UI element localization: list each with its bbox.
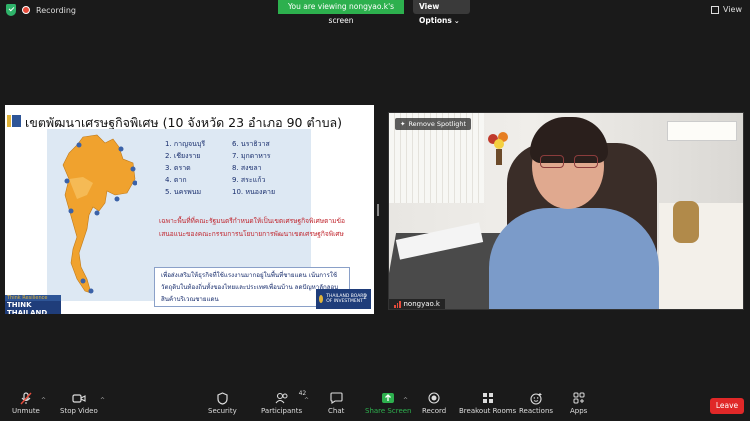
shield-icon	[6, 4, 16, 16]
audio-level-icon	[394, 300, 401, 308]
speaker-glasses	[540, 155, 598, 169]
security-button[interactable]: Security	[208, 391, 237, 415]
decorative-vase	[673, 201, 699, 243]
map-marker	[114, 196, 120, 202]
breakout-rooms-label: Breakout Rooms	[459, 407, 517, 415]
participants-button[interactable]: 42 Participants	[261, 390, 306, 415]
breakout-rooms-icon	[481, 392, 495, 404]
audio-options-caret[interactable]: ^	[41, 397, 46, 404]
view-options-label: View Options	[419, 2, 452, 25]
flower-vase	[488, 132, 508, 165]
chevron-down-icon: ⌄	[453, 17, 460, 25]
video-camera-icon	[72, 392, 86, 404]
map-marker	[88, 288, 94, 294]
province-list-left: 1. กาญจนบุรี 2. เชียงราย 3. ตราด 4. ตาก …	[165, 138, 205, 198]
leave-button[interactable]: Leave	[710, 398, 744, 414]
unmute-button[interactable]: Unmute	[12, 391, 40, 415]
speaker-body	[489, 208, 659, 309]
province-item: 1. กาญจนบุรี	[165, 140, 206, 148]
chat-button[interactable]: Chat	[328, 392, 344, 415]
shared-screen-slide: เขตพัฒนาเศรษฐกิจพิเศษ (10 จังหวัด 23 อำเ…	[5, 105, 374, 314]
wall-frame	[667, 121, 737, 141]
province-list-right: 6. นราธิวาส 7. มุกดาหาร 8. สงขลา 9. สระแ…	[232, 138, 275, 198]
view-button[interactable]: View	[711, 5, 742, 14]
spotlight-icon: ✦	[400, 120, 406, 128]
recording-label: Recording	[36, 5, 77, 15]
province-item: 9. สระแก้ว	[232, 176, 266, 184]
record-icon	[427, 392, 441, 404]
sez-note-red: เฉพาะพื้นที่ที่คณะรัฐมนตรีกำหนดให้เป็นเข…	[159, 217, 345, 238]
share-screen-icon	[381, 392, 395, 404]
chat-bubble-icon	[329, 392, 343, 404]
participants-icon: 42	[275, 390, 306, 404]
province-item: 3. ตราด	[165, 164, 191, 172]
province-item: 6. นราธิวาส	[232, 140, 270, 148]
title-accent-blue	[12, 115, 21, 127]
meeting-toolbar: Unmute ^ Stop Video ^ Security 42 Partic…	[0, 388, 750, 421]
reactions-label: Reactions	[519, 407, 554, 415]
unmute-label: Unmute	[12, 407, 40, 415]
apps-button[interactable]: Apps	[570, 392, 587, 415]
video-options-caret[interactable]: ^	[100, 397, 105, 404]
title-accent-gold	[7, 115, 11, 127]
participant-name: nongyao.k	[403, 300, 440, 308]
boi-badge: THAILAND BOARD OF INVESTMENT 2	[316, 289, 371, 309]
map-marker	[130, 166, 136, 172]
province-item: 8. สงขลา	[232, 164, 262, 172]
reactions-button[interactable]: Reactions	[519, 392, 553, 415]
grid-icon	[711, 5, 720, 14]
footer-brand: THINK THAILAND	[5, 301, 61, 314]
province-item: 5. นครพนม	[165, 188, 202, 196]
participant-video-tile[interactable]: ✦ Remove Spotlight nongyao.k	[388, 112, 744, 310]
view-label: View	[723, 5, 742, 14]
map-marker	[64, 178, 70, 184]
muted-mic-icon	[19, 391, 33, 404]
chat-label: Chat	[328, 407, 345, 415]
apps-icon	[572, 392, 586, 404]
side-table	[659, 203, 743, 309]
security-label: Security	[208, 407, 237, 415]
recording-indicator[interactable]: Recording	[6, 4, 76, 16]
map-marker	[94, 210, 100, 216]
stop-video-label: Stop Video	[60, 407, 98, 415]
participant-name-tag: nongyao.k	[389, 299, 445, 309]
stop-video-button[interactable]: Stop Video	[60, 392, 98, 415]
split-divider-handle[interactable]	[377, 204, 379, 216]
share-banner: You are viewing nongyao.k's screen	[278, 0, 404, 25]
participants-label: Participants	[261, 407, 303, 415]
record-button[interactable]: Record	[422, 392, 446, 415]
shield-icon	[215, 391, 229, 405]
breakout-rooms-button[interactable]: Breakout Rooms	[459, 392, 516, 415]
map-marker	[80, 278, 86, 284]
record-label: Record	[422, 407, 447, 415]
map-marker	[118, 146, 124, 152]
share-options-caret[interactable]: ^	[403, 397, 408, 404]
smiley-icon	[529, 392, 543, 405]
record-dot-icon	[22, 6, 30, 14]
top-bar: Recording You are viewing nongyao.k's sc…	[0, 0, 750, 25]
participants-count: 42	[298, 390, 307, 397]
slide-page-number: 2	[363, 294, 367, 301]
map-marker	[68, 208, 74, 214]
content-panel: 1. กาญจนบุรี 2. เชียงราย 3. ตราด 4. ตาก …	[47, 129, 350, 307]
province-item: 7. มุกดาหาร	[232, 152, 271, 160]
think-thailand-logo: Think Resilience THINK THAILAND	[5, 295, 61, 314]
view-options-button[interactable]: View Options ⌄	[413, 0, 470, 25]
province-item: 4. ตาก	[165, 176, 187, 184]
thailand-map-image	[62, 134, 137, 294]
remove-spotlight-label: Remove Spotlight	[408, 120, 467, 128]
boi-logo-icon	[319, 295, 324, 303]
boi-label: THAILAND BOARD OF INVESTMENT	[326, 294, 367, 304]
province-item: 10. หนองคาย	[232, 188, 276, 196]
participants-options-caret[interactable]: ^	[304, 397, 309, 404]
remove-spotlight-button[interactable]: ✦ Remove Spotlight	[395, 118, 472, 130]
province-item: 2. เชียงราย	[165, 152, 201, 160]
apps-label: Apps	[570, 407, 588, 415]
map-marker	[76, 142, 82, 148]
share-screen-label: Share Screen	[365, 407, 412, 415]
